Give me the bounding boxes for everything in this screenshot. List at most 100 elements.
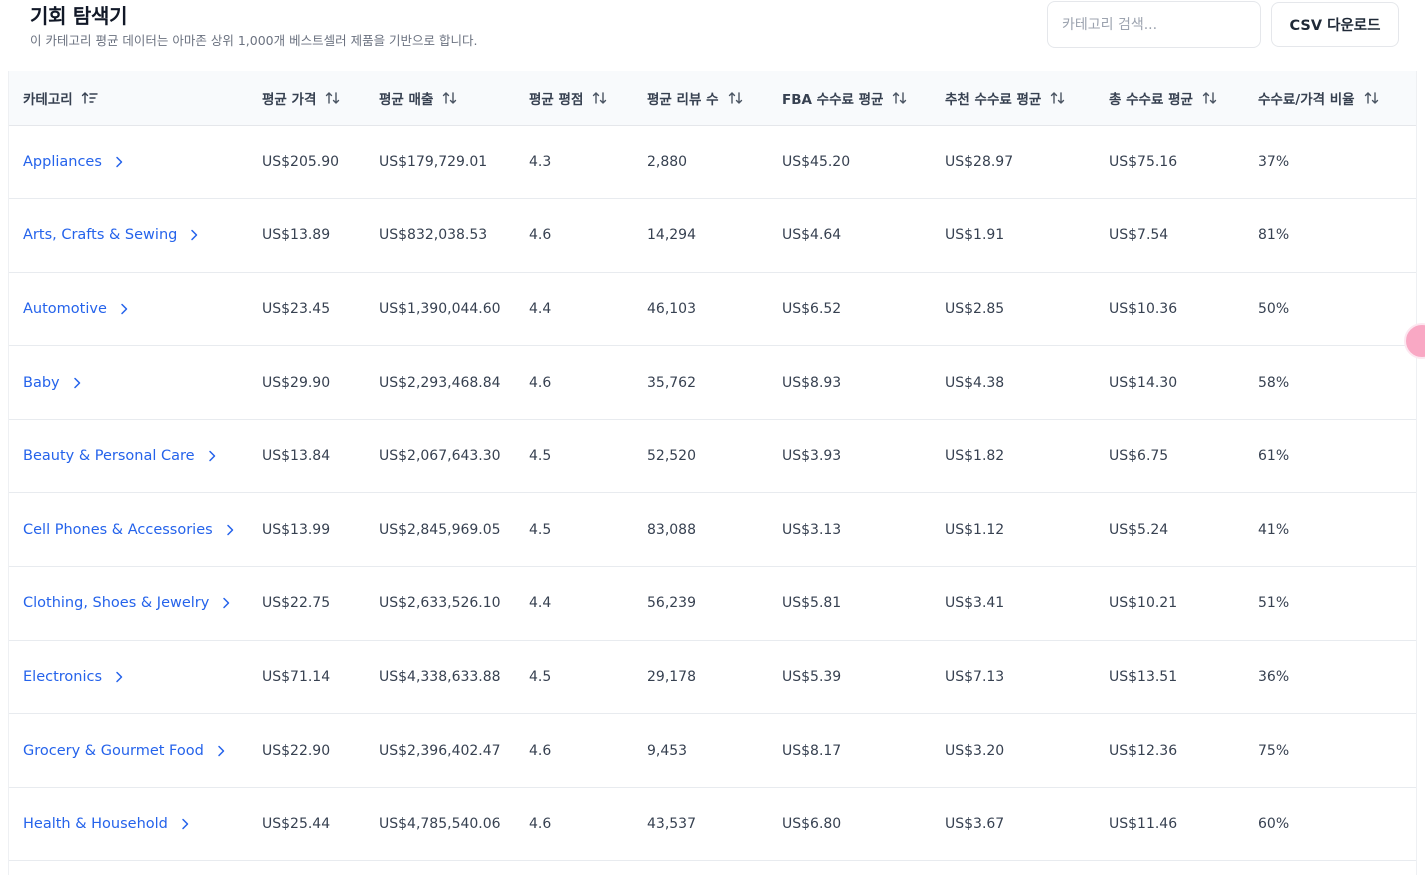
column-header-content: FBA 수수료 평균	[782, 88, 909, 108]
category-link[interactable]: Beauty & Personal Care	[23, 448, 219, 464]
total-fee-cell: US$13.51	[1109, 668, 1178, 685]
column-header[interactable]: 평균 평점	[529, 71, 647, 126]
chevron-right-icon	[117, 302, 131, 316]
csv-download-button[interactable]: CSV 다운로드	[1271, 2, 1399, 47]
category-name: Cell Phones & Accessories	[23, 521, 213, 538]
fba-fee-cell: US$45.20	[782, 153, 851, 170]
avg-price-cell: US$22.90	[262, 742, 331, 759]
avg-price-cell: US$23.45	[262, 300, 331, 317]
table-row[interactable]: Health & Household US$25.44 US$4,785,540.0…	[9, 787, 1416, 861]
column-header-label: 카테고리	[23, 91, 73, 108]
fba-fee-cell: US$5.81	[782, 595, 842, 612]
category-link[interactable]: Arts, Crafts & Sewing	[23, 227, 201, 243]
category-cell: Clothing, Shoes & Jewelry	[9, 567, 262, 641]
category-cell: Grocery & Gourmet Food	[9, 714, 262, 788]
sort-icon[interactable]	[1363, 90, 1381, 106]
sort-icon[interactable]	[591, 90, 609, 106]
fba-fee-cell: US$5.39	[782, 668, 842, 685]
table-row[interactable]: Grocery & Gourmet Food US$22.90 US$2,396,4…	[9, 714, 1416, 788]
avg-rating-cell: 4.6	[529, 816, 552, 833]
total-fee-cell: US$12.36	[1109, 742, 1178, 759]
referral-fee-cell: US$3.67	[945, 816, 1005, 833]
chevron-right-icon	[223, 523, 237, 537]
category-name: Baby	[23, 374, 60, 391]
category-cell: Cell Phones & Accessories	[9, 493, 262, 567]
table-row[interactable]: Electronics US$71.14 US$4,338,633.88 4.5 29,…	[9, 640, 1416, 714]
fba-fee-cell: US$8.93	[782, 374, 842, 391]
column-header[interactable]: FBA 수수료 평균	[782, 71, 945, 126]
avg-rating-cell: 4.5	[529, 668, 552, 685]
column-header[interactable]: 수수료/가격 비율	[1258, 71, 1416, 126]
category-search-input[interactable]	[1048, 2, 1260, 47]
category-link[interactable]: Health & Household	[23, 816, 192, 832]
fee-ratio-cell: 36%	[1258, 668, 1290, 685]
column-header-label: 평균 평점	[529, 91, 584, 108]
chevron-right-icon	[219, 596, 233, 610]
category-link[interactable]: Electronics	[23, 669, 126, 685]
column-header[interactable]: 평균 매출	[379, 71, 529, 126]
avg-sales-cell: US$2,845,969.05	[379, 521, 501, 538]
fee-ratio-cell: 81%	[1258, 227, 1290, 244]
category-link[interactable]: Baby	[23, 375, 84, 391]
category-name: Grocery & Gourmet Food	[23, 742, 204, 759]
avg-reviews-cell: 52,520	[647, 448, 696, 465]
sort-icon[interactable]	[324, 90, 342, 106]
category-name: Electronics	[23, 668, 103, 685]
column-header[interactable]: 카테고리	[9, 71, 262, 126]
table-row[interactable]: Clothing, Shoes & Jewelry US$22.75 US$2,63…	[9, 567, 1416, 641]
avg-sales-cell: US$179,729.01	[379, 153, 488, 170]
category-table: 카테고리 평균 가격 평균 매출 평균 평점 평균 리뷰 수 FBA 수수료 평균 추천 수…	[9, 71, 1416, 861]
sort-icon[interactable]	[441, 90, 459, 106]
table-row[interactable]: Automotive US$23.45 US$1,390,044.60 4.4 46,1…	[9, 272, 1416, 346]
column-header[interactable]: 총 수수료 평균	[1109, 71, 1258, 126]
avg-sales-cell: US$2,067,643.30	[379, 448, 501, 465]
avg-sales-cell: US$1,390,044.60	[379, 300, 501, 317]
avg-sales-cell: US$832,038.53	[379, 227, 488, 244]
category-link[interactable]: Clothing, Shoes & Jewelry	[23, 595, 233, 611]
referral-fee-cell: US$1.12	[945, 521, 1005, 538]
table-row[interactable]: Baby US$29.90 US$2,293,468.84 4.6 35,762 US$8…	[9, 346, 1416, 420]
referral-fee-cell: US$1.91	[945, 227, 1005, 244]
avg-price-cell: US$71.14	[262, 668, 331, 685]
column-header-content: 평균 리뷰 수	[647, 88, 745, 108]
column-header[interactable]: 추천 수수료 평균	[945, 71, 1109, 126]
column-header-label: 수수료/가격 비율	[1258, 91, 1355, 108]
column-header-content: 카테고리	[23, 88, 99, 108]
avg-rating-cell: 4.5	[529, 521, 552, 538]
sort-ascending-icon[interactable]	[81, 90, 99, 106]
avg-rating-cell: 4.5	[529, 448, 552, 465]
page-subtitle: 이 카테고리 평균 데이터는 아마존 상위 1,000개 베스트셀러 제품을 기…	[30, 33, 478, 48]
table-row[interactable]: Appliances US$205.90 US$179,729.01 4.3 2,880…	[9, 125, 1416, 199]
avg-sales-cell: US$2,633,526.10	[379, 595, 501, 612]
fee-ratio-cell: 61%	[1258, 448, 1290, 465]
chevron-right-icon	[70, 376, 84, 390]
fee-ratio-cell: 41%	[1258, 521, 1290, 538]
table-row[interactable]: Cell Phones & Accessories US$13.99 US$2,84…	[9, 493, 1416, 567]
table-row[interactable]: Arts, Crafts & Sewing US$13.89 US$832,038.…	[9, 199, 1416, 273]
category-link[interactable]: Grocery & Gourmet Food	[23, 743, 228, 759]
sort-icon[interactable]	[891, 90, 909, 106]
category-cell: Appliances	[9, 125, 262, 199]
avg-reviews-cell: 43,537	[647, 816, 696, 833]
sort-icon[interactable]	[1049, 90, 1067, 106]
referral-fee-cell: US$7.13	[945, 668, 1005, 685]
avg-reviews-cell: 14,294	[647, 227, 696, 244]
category-cell: Health & Household	[9, 787, 262, 861]
table-row[interactable]: Beauty & Personal Care US$13.84 US$2,067,6…	[9, 419, 1416, 493]
fba-fee-cell: US$6.52	[782, 300, 842, 317]
category-link[interactable]: Appliances	[23, 154, 126, 170]
column-header-content: 평균 매출	[379, 88, 459, 108]
category-search-box[interactable]	[1047, 1, 1261, 48]
column-header[interactable]: 평균 리뷰 수	[647, 71, 782, 126]
sort-icon[interactable]	[727, 90, 745, 106]
sort-icon[interactable]	[1201, 90, 1219, 106]
fee-ratio-cell: 37%	[1258, 153, 1290, 170]
avg-price-cell: US$29.90	[262, 374, 331, 391]
total-fee-cell: US$10.36	[1109, 300, 1178, 317]
category-link[interactable]: Cell Phones & Accessories	[23, 522, 237, 538]
avg-sales-cell: US$2,396,402.47	[379, 742, 501, 759]
column-header[interactable]: 평균 가격	[262, 71, 379, 126]
category-link[interactable]: Automotive	[23, 301, 131, 317]
avg-reviews-cell: 35,762	[647, 374, 696, 391]
avg-price-cell: US$205.90	[262, 153, 340, 170]
